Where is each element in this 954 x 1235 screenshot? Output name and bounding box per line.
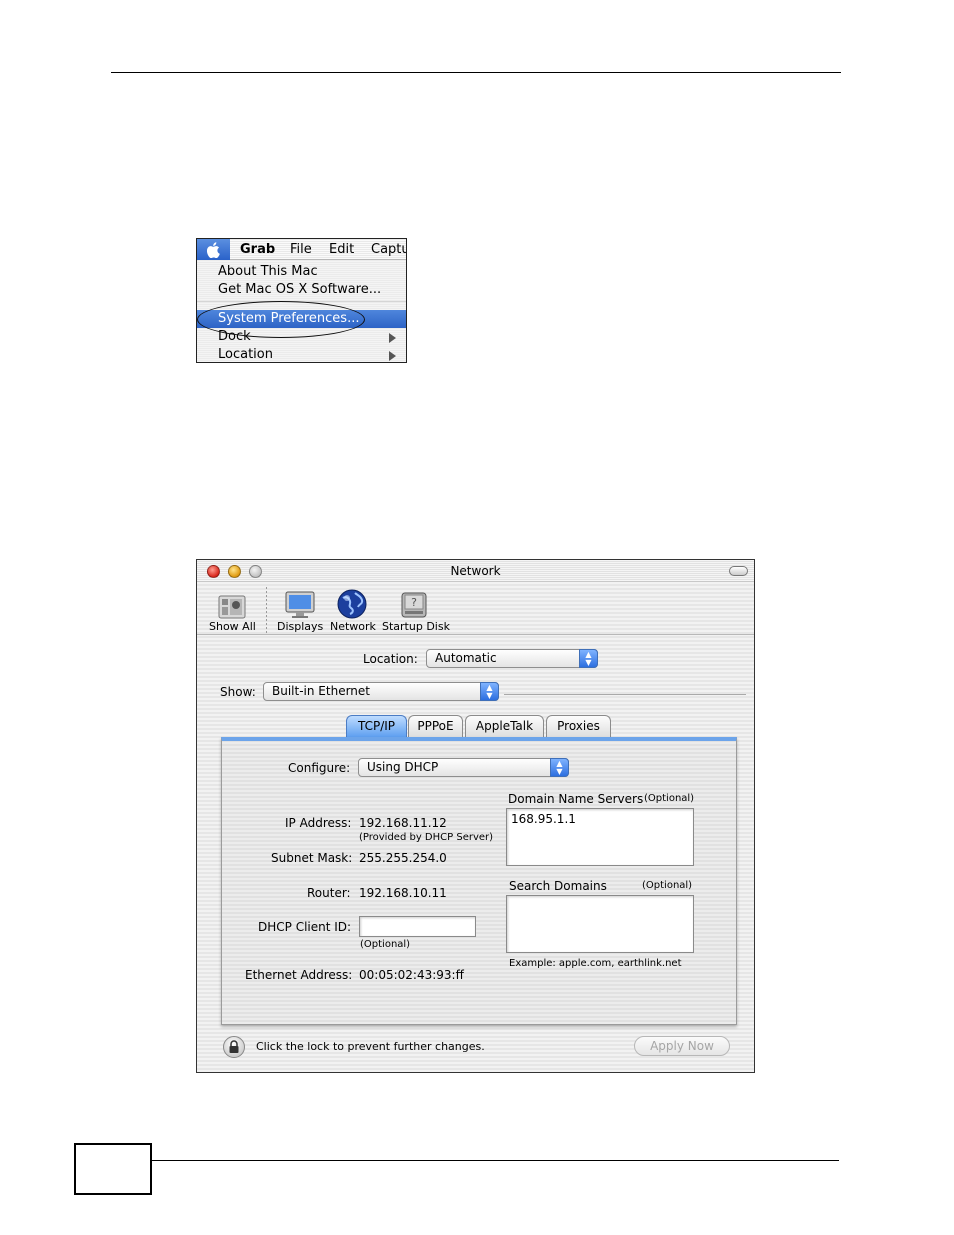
menu-item-location[interactable]: Location [197, 346, 406, 362]
menu-item-label: About This Mac [218, 264, 318, 279]
lock-button[interactable] [223, 1036, 245, 1058]
show-label: Show: [220, 685, 256, 699]
menu-item-system-preferences[interactable]: System Preferences... [197, 310, 406, 328]
toolbar-label: Startup Disk [382, 620, 450, 633]
apple-menu-screenshot: Grab File Edit Captu About This Mac Get … [196, 238, 407, 363]
toolbar-label: Show All [209, 620, 256, 633]
startup-disk-icon: ? [382, 586, 446, 620]
popup-arrows-icon: ▲ ▼ [579, 649, 598, 668]
menu-item-label: Get Mac OS X Software... [218, 282, 382, 297]
dhcp-client-id-field[interactable] [359, 916, 476, 937]
menubar-grab[interactable]: Grab [240, 242, 275, 257]
menu-item-dock[interactable]: Dock [197, 328, 406, 346]
globe-icon [330, 586, 374, 620]
window-title: Network [450, 564, 501, 578]
footer-rule [151, 1160, 839, 1161]
tab-appletalk[interactable]: AppleTalk [465, 715, 544, 737]
tab-tcp-ip[interactable]: TCP/IP [346, 715, 407, 737]
dhcp-client-id-label: DHCP Client ID: [258, 920, 352, 934]
menubar-capture[interactable]: Captu [371, 242, 406, 257]
ip-address-value: 192.168.11.12 [359, 816, 447, 830]
tab-pppoe[interactable]: PPPoE [408, 715, 463, 737]
display-monitor-icon [277, 586, 323, 620]
toolbar-label: Network [330, 620, 376, 633]
popup-arrows-icon: ▲ ▼ [550, 758, 569, 777]
header-rule [111, 72, 841, 73]
menubar-file[interactable]: File [290, 242, 312, 257]
menu-item-label: Dock [218, 329, 251, 344]
ip-address-note: (Provided by DHCP Server) [359, 832, 494, 843]
configure-label: Configure: [288, 761, 351, 775]
tab-proxies[interactable]: Proxies [546, 715, 611, 737]
show-popup[interactable]: Built-in Ethernet ▲ ▼ [263, 682, 499, 701]
submenu-arrow-icon [389, 333, 396, 343]
location-label: Location: [363, 652, 418, 666]
menu-bar: Grab File Edit Captu [197, 239, 406, 260]
menu-item-label: Location [218, 347, 273, 362]
router-value: 192.168.10.11 [359, 886, 447, 900]
apply-now-button[interactable]: Apply Now [634, 1036, 730, 1056]
subnet-mask-value: 255.255.254.0 [359, 851, 447, 865]
router-label: Router: [307, 886, 351, 900]
location-popup[interactable]: Automatic ▲ ▼ [426, 649, 598, 668]
dns-label: Domain Name Servers [508, 792, 644, 806]
configure-value: Using DHCP [367, 760, 439, 774]
lock-icon [229, 1040, 239, 1053]
ip-address-label: IP Address: [285, 816, 352, 830]
subnet-mask-label: Subnet Mask: [271, 851, 353, 865]
svg-text:?: ? [411, 596, 417, 609]
toolbar-label: Displays [277, 620, 324, 633]
search-domains-example: Example: apple.com, earthlink.net [509, 958, 682, 969]
location-value: Automatic [435, 651, 497, 665]
toolbar-show-all[interactable]: Show All [209, 586, 256, 633]
toolbar-divider [197, 634, 754, 635]
apple-logo-icon [206, 241, 220, 258]
window-titlebar: Network [197, 560, 754, 582]
menu-separator [197, 301, 406, 302]
popup-arrows-icon: ▲ ▼ [480, 682, 499, 701]
menu-item-about[interactable]: About This Mac [197, 263, 406, 281]
show-divider [504, 694, 746, 695]
toolbar-toggle-button[interactable] [729, 566, 748, 576]
submenu-arrow-icon [389, 351, 396, 361]
page-number-box [74, 1143, 152, 1195]
toolbar-network[interactable]: Network [330, 586, 376, 633]
search-domains-label: Search Domains [509, 879, 607, 893]
apple-menu-button[interactable] [197, 239, 230, 260]
menu-item-label: System Preferences... [218, 311, 360, 326]
dhcp-client-id-note: (Optional) [360, 939, 411, 950]
menubar-edit[interactable]: Edit [329, 242, 354, 257]
show-value: Built-in Ethernet [272, 684, 370, 698]
ethernet-address-label: Ethernet Address: [245, 968, 353, 982]
configure-popup[interactable]: Using DHCP ▲ ▼ [358, 758, 569, 777]
toolbar-displays[interactable]: Displays [277, 586, 323, 633]
dns-servers-field[interactable]: 168.95.1.1 [506, 808, 694, 866]
search-domains-field[interactable] [506, 895, 694, 953]
ethernet-address-value: 00:05:02:43:93:ff [359, 968, 464, 982]
network-window-screenshot: Network Show All Displays Network ? Star… [196, 559, 755, 1073]
toolbar-startup-disk[interactable]: ? Startup Disk [382, 586, 450, 633]
lock-message: Click the lock to prevent further change… [256, 1040, 485, 1053]
dns-optional-note: (Optional) [644, 793, 695, 804]
show-all-icon [209, 586, 255, 620]
toolbar-separator [266, 587, 267, 633]
menu-item-get-software[interactable]: Get Mac OS X Software... [197, 281, 406, 299]
search-domains-optional-note: (Optional) [642, 880, 693, 891]
